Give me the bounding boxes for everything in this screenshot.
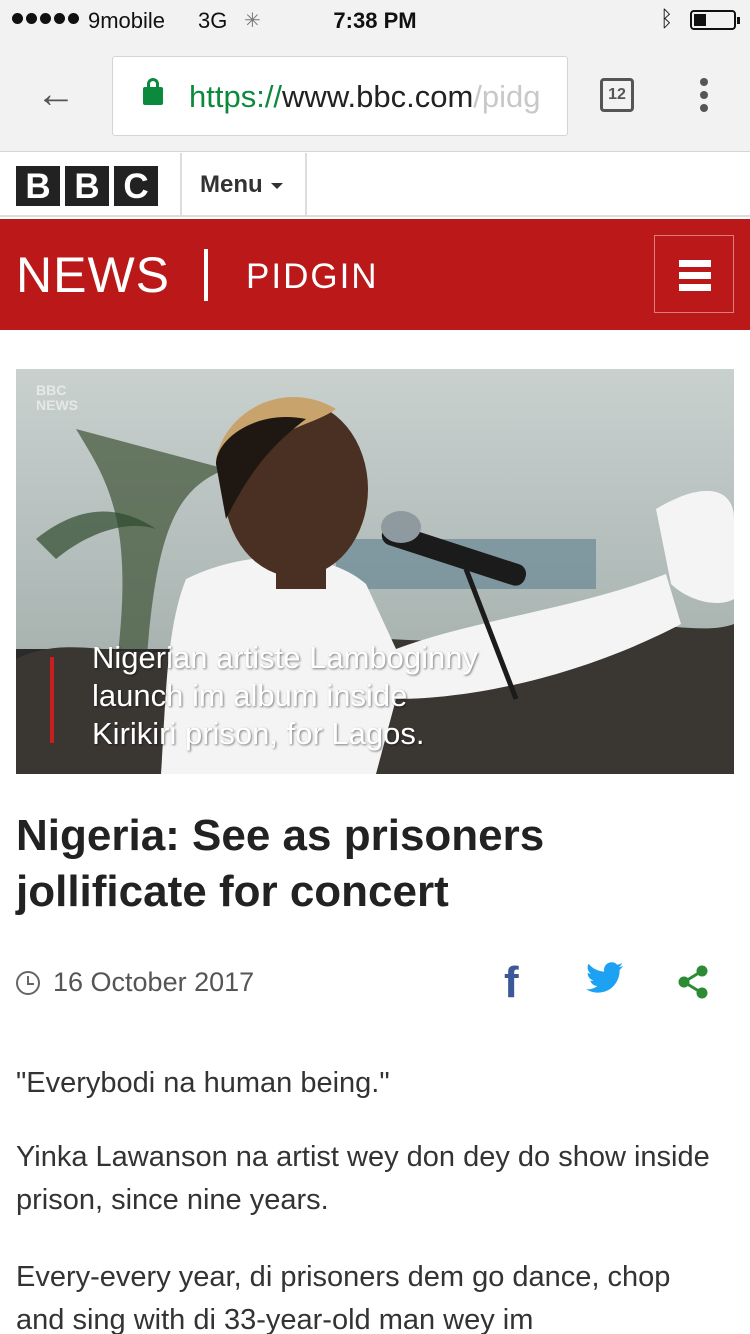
hero-watermark-line: NEWS [36,397,78,413]
article-meta: 16 October 2017 f [16,958,734,1007]
hero-caption-line: Kirikiri prison, for Lagos. [92,716,425,751]
article-date: 16 October 2017 [53,967,255,997]
article-headline: Nigeria: See as prisoners jollificate fo… [16,811,545,916]
article-paragraph: "Everybodi na human being." [16,1067,390,1099]
status-bar: 9mobile 3G ✳ 7:38 PM ᛒ [0,0,750,40]
lock-icon [143,78,163,105]
hero-watermark-line: BBC [36,382,67,398]
bbc-global-header: B B C Menu [0,153,750,217]
bbc-logo[interactable]: B B C [16,166,158,206]
hamburger-icon [679,272,711,279]
address-bar[interactable]: https://www.bbc.com/pidg [112,56,568,136]
back-arrow-icon[interactable]: ← [36,74,76,114]
bbc-logo-letter: B [16,166,60,206]
caption-accent-bar [50,657,54,743]
header-divider [204,249,208,301]
hero-caption-line: Nigerian artiste Lamboginny [92,640,478,675]
caret-down-icon [270,182,283,189]
more-options-icon[interactable] [700,78,710,112]
menu-label: Menu [200,171,263,198]
url-path: /pidg [473,79,541,114]
url-text[interactable]: https://www.bbc.com/pidg [189,79,541,115]
battery-icon [690,10,740,30]
hamburger-icon [679,284,711,291]
section-title[interactable]: PIDGIN [246,257,379,297]
news-wordmark[interactable]: NEWS [16,246,170,304]
url-host: www.bbc.com [282,79,474,114]
clock-icon [16,971,40,995]
hamburger-menu-button[interactable] [654,235,734,313]
news-header: NEWS PIDGIN [0,219,750,330]
hero-caption-line: launch im album inside [92,678,408,713]
bluetooth-icon: ᛒ [660,6,674,31]
hero-video-image[interactable]: BBC NEWS Nigerian artiste Lamboginny lau… [16,369,734,774]
browser-toolbar: ← https://www.bbc.com/pidg 12 [0,40,750,152]
article-paragraph: Yinka Lawanson na artist wey don dey do … [16,1141,710,1216]
bbc-logo-letter: B [65,166,109,206]
menu-button[interactable]: Menu [180,153,307,217]
twitter-icon[interactable] [586,962,624,999]
hero-watermark: BBC NEWS [36,383,78,413]
hero-caption: Nigerian artiste Lamboginny launch im al… [92,639,478,753]
share-icon[interactable] [676,964,710,1005]
url-scheme: https:// [189,79,283,114]
status-time: 7:38 PM [333,8,417,33]
bbc-logo-letter: C [114,166,158,206]
tab-switcher-icon[interactable]: 12 [600,78,634,112]
hamburger-icon [679,260,711,267]
article-paragraph: Every-every year, di prisoners dem go da… [16,1261,671,1334]
facebook-icon[interactable]: f [504,958,519,1008]
